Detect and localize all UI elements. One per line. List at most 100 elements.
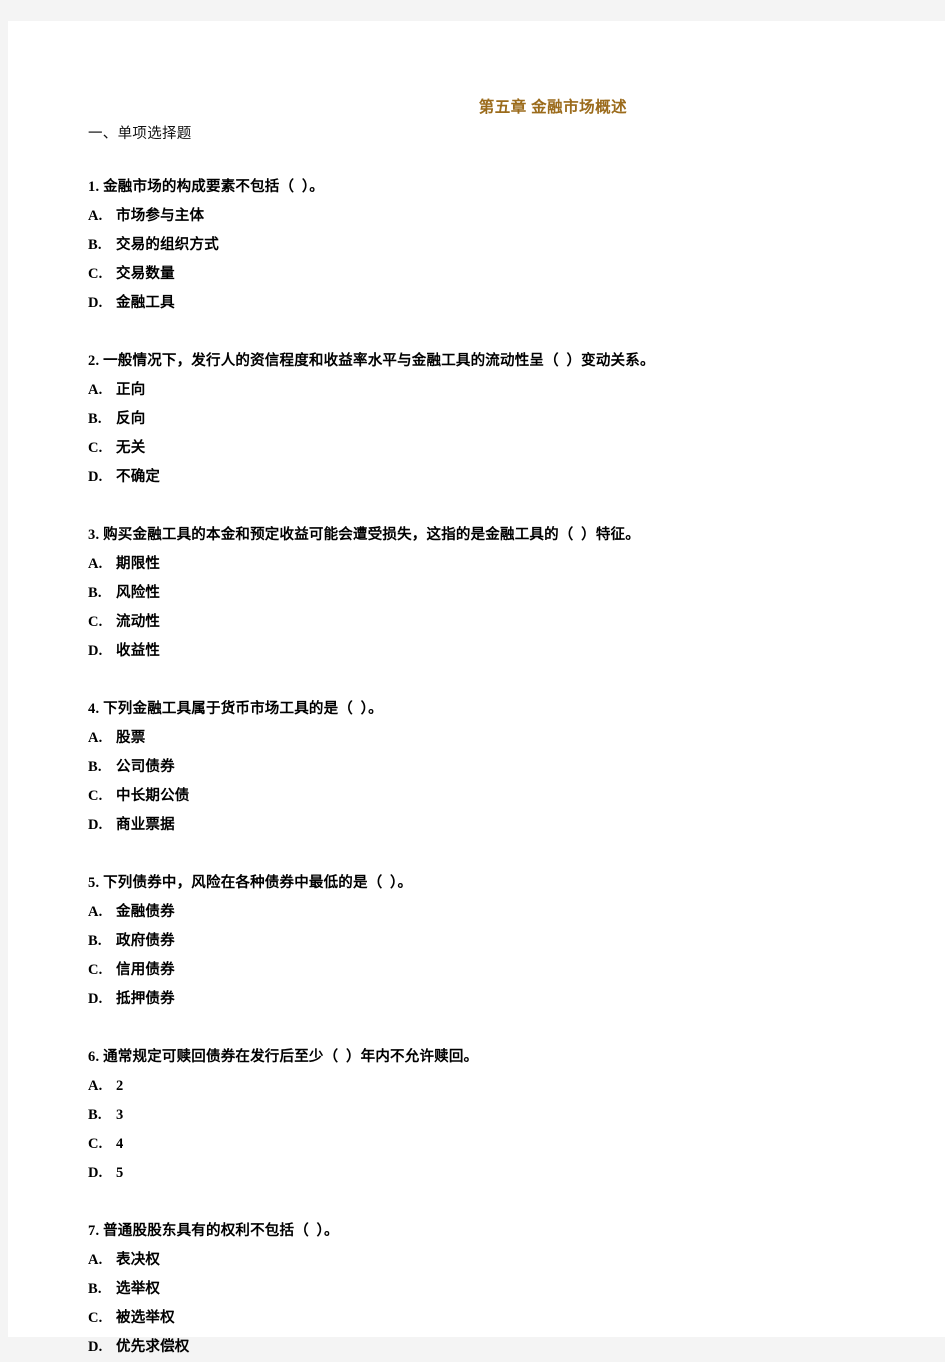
option-letter: B.: [88, 1107, 102, 1123]
question-stem: 6. 通常规定可赎回债券在发行后至少（ ）年内不允许赎回。: [88, 1049, 479, 1065]
question-stem: 1. 金融市场的构成要素不包括（ ）。: [88, 179, 324, 195]
answer-option[interactable]: A. 金融债券: [88, 898, 858, 927]
option-letter: A.: [88, 1252, 103, 1268]
option-text: 不确定: [116, 469, 161, 485]
option-text: 公司债券: [116, 759, 175, 775]
option-text: 交易的组织方式: [116, 237, 219, 253]
answer-option[interactable]: A. 股票: [88, 724, 858, 753]
question-stem: 7. 普通股股东具有的权利不包括（ ）。: [88, 1223, 339, 1239]
answer-option[interactable]: B. 选举权: [88, 1275, 858, 1304]
answer-option[interactable]: C. 无关: [88, 434, 858, 463]
option-text: 交易数量: [116, 266, 175, 282]
answer-option[interactable]: B. 公司债券: [88, 753, 858, 782]
answer-option[interactable]: B. 交易的组织方式: [88, 231, 858, 260]
question-gap: [88, 840, 858, 869]
question-block: 1. 金融市场的构成要素不包括（ ）。 A. 市场参与主体 B. 交易的组织方式 C. 交易…: [88, 173, 858, 318]
answer-option[interactable]: D. 不确定: [88, 463, 858, 492]
answer-option[interactable]: C. 信用债券: [88, 956, 858, 985]
question-block: 6. 通常规定可赎回债券在发行后至少（ ）年内不允许赎回。 A. 2 B. 3 C. 4 D.…: [88, 1043, 858, 1188]
heading-spacer: [88, 147, 858, 173]
option-letter: A.: [88, 1078, 103, 1094]
option-letter: B.: [88, 933, 102, 949]
option-text: 正向: [116, 382, 146, 398]
option-text: 选举权: [116, 1281, 161, 1297]
question-gap: [88, 1014, 858, 1043]
option-text: 反向: [116, 411, 146, 427]
option-text: 5: [116, 1165, 124, 1181]
option-letter: B.: [88, 585, 102, 601]
option-letter: A.: [88, 556, 103, 572]
option-letter: D.: [88, 643, 103, 659]
question-list: 1. 金融市场的构成要素不包括（ ）。 A. 市场参与主体 B. 交易的组织方式 C. 交易…: [88, 173, 858, 1362]
option-letter: C.: [88, 614, 103, 630]
question-gap: [88, 492, 858, 521]
option-letter: D.: [88, 469, 103, 485]
answer-option[interactable]: B. 3: [88, 1101, 858, 1130]
document-content: 第五章 金融市场概述 一、单项选择题 1. 金融市场的构成要素不包括（ ）。 A.…: [88, 95, 858, 1362]
answer-option[interactable]: C. 4: [88, 1130, 858, 1159]
answer-option[interactable]: B. 风险性: [88, 579, 858, 608]
question-block: 2. 一般情况下，发行人的资信程度和收益率水平与金融工具的流动性呈（ ）变动关系…: [88, 347, 858, 492]
option-text: 3: [116, 1107, 124, 1123]
option-text: 4: [116, 1136, 124, 1152]
option-text: 金融债券: [116, 904, 175, 920]
answer-option[interactable]: B. 反向: [88, 405, 858, 434]
option-letter: A.: [88, 730, 103, 746]
question-block: 4. 下列金融工具属于货币市场工具的是（ ）。 A. 股票 B. 公司债券 C. 中长期公债…: [88, 695, 858, 840]
option-text: 收益性: [116, 643, 161, 659]
option-text: 商业票据: [116, 817, 175, 833]
answer-option[interactable]: D. 商业票据: [88, 811, 858, 840]
answer-option[interactable]: C. 被选举权: [88, 1304, 858, 1333]
option-letter: C.: [88, 788, 103, 804]
option-text: 无关: [116, 440, 146, 456]
option-text: 股票: [116, 730, 146, 746]
option-letter: A.: [88, 208, 103, 224]
answer-option[interactable]: C. 中长期公债: [88, 782, 858, 811]
answer-option[interactable]: D. 抵押债券: [88, 985, 858, 1014]
answer-option[interactable]: A. 期限性: [88, 550, 858, 579]
option-text: 流动性: [116, 614, 161, 630]
answer-option[interactable]: A. 表决权: [88, 1246, 858, 1275]
option-letter: C.: [88, 440, 103, 456]
option-letter: D.: [88, 295, 103, 311]
answer-option[interactable]: D. 金融工具: [88, 289, 858, 318]
document-page: 第五章 金融市场概述 一、单项选择题 1. 金融市场的构成要素不包括（ ）。 A.…: [8, 21, 945, 1355]
option-text: 抵押债券: [116, 991, 175, 1007]
question-block: 7. 普通股股东具有的权利不包括（ ）。 A. 表决权 B. 选举权 C. 被选举权 D. 优先…: [88, 1217, 858, 1362]
option-text: 优先求偿权: [116, 1339, 190, 1355]
option-text: 信用债券: [116, 962, 175, 978]
answer-option[interactable]: B. 政府债券: [88, 927, 858, 956]
option-text: 市场参与主体: [116, 208, 205, 224]
option-letter: D.: [88, 817, 103, 833]
option-text: 中长期公债: [116, 788, 190, 804]
option-letter: A.: [88, 382, 103, 398]
answer-option[interactable]: C. 流动性: [88, 608, 858, 637]
option-letter: D.: [88, 1165, 103, 1181]
option-letter: C.: [88, 1136, 103, 1152]
answer-option[interactable]: A. 市场参与主体: [88, 202, 858, 231]
question-stem: 3. 购买金融工具的本金和预定收益可能会遭受损失，这指的是金融工具的（ ）特征。: [88, 527, 640, 543]
answer-option[interactable]: C. 交易数量: [88, 260, 858, 289]
option-letter: C.: [88, 1310, 103, 1326]
question-stem: 2. 一般情况下，发行人的资信程度和收益率水平与金融工具的流动性呈（ ）变动关系…: [88, 353, 655, 369]
option-text: 政府债券: [116, 933, 175, 949]
option-letter: A.: [88, 904, 103, 920]
option-letter: B.: [88, 759, 102, 775]
option-text: 金融工具: [116, 295, 175, 311]
answer-option[interactable]: D. 收益性: [88, 637, 858, 666]
option-text: 期限性: [116, 556, 161, 572]
question-stem: 5. 下列债券中，风险在各种债券中最低的是（ ）。: [88, 875, 413, 891]
answer-option[interactable]: A. 2: [88, 1072, 858, 1101]
answer-option[interactable]: A. 正向: [88, 376, 858, 405]
answer-option[interactable]: D. 5: [88, 1159, 858, 1188]
answer-option[interactable]: D. 优先求偿权: [88, 1333, 858, 1362]
question-stem: 4. 下列金融工具属于货币市场工具的是（ ）。: [88, 701, 383, 717]
question-block: 3. 购买金融工具的本金和预定收益可能会遭受损失，这指的是金融工具的（ ）特征。…: [88, 521, 858, 666]
option-text: 表决权: [116, 1252, 161, 1268]
section-heading: 一、单项选择题: [88, 126, 192, 142]
option-text: 被选举权: [116, 1310, 175, 1326]
option-letter: C.: [88, 962, 103, 978]
option-letter: B.: [88, 1281, 102, 1297]
option-text: 风险性: [116, 585, 161, 601]
question-gap: [88, 1188, 858, 1217]
